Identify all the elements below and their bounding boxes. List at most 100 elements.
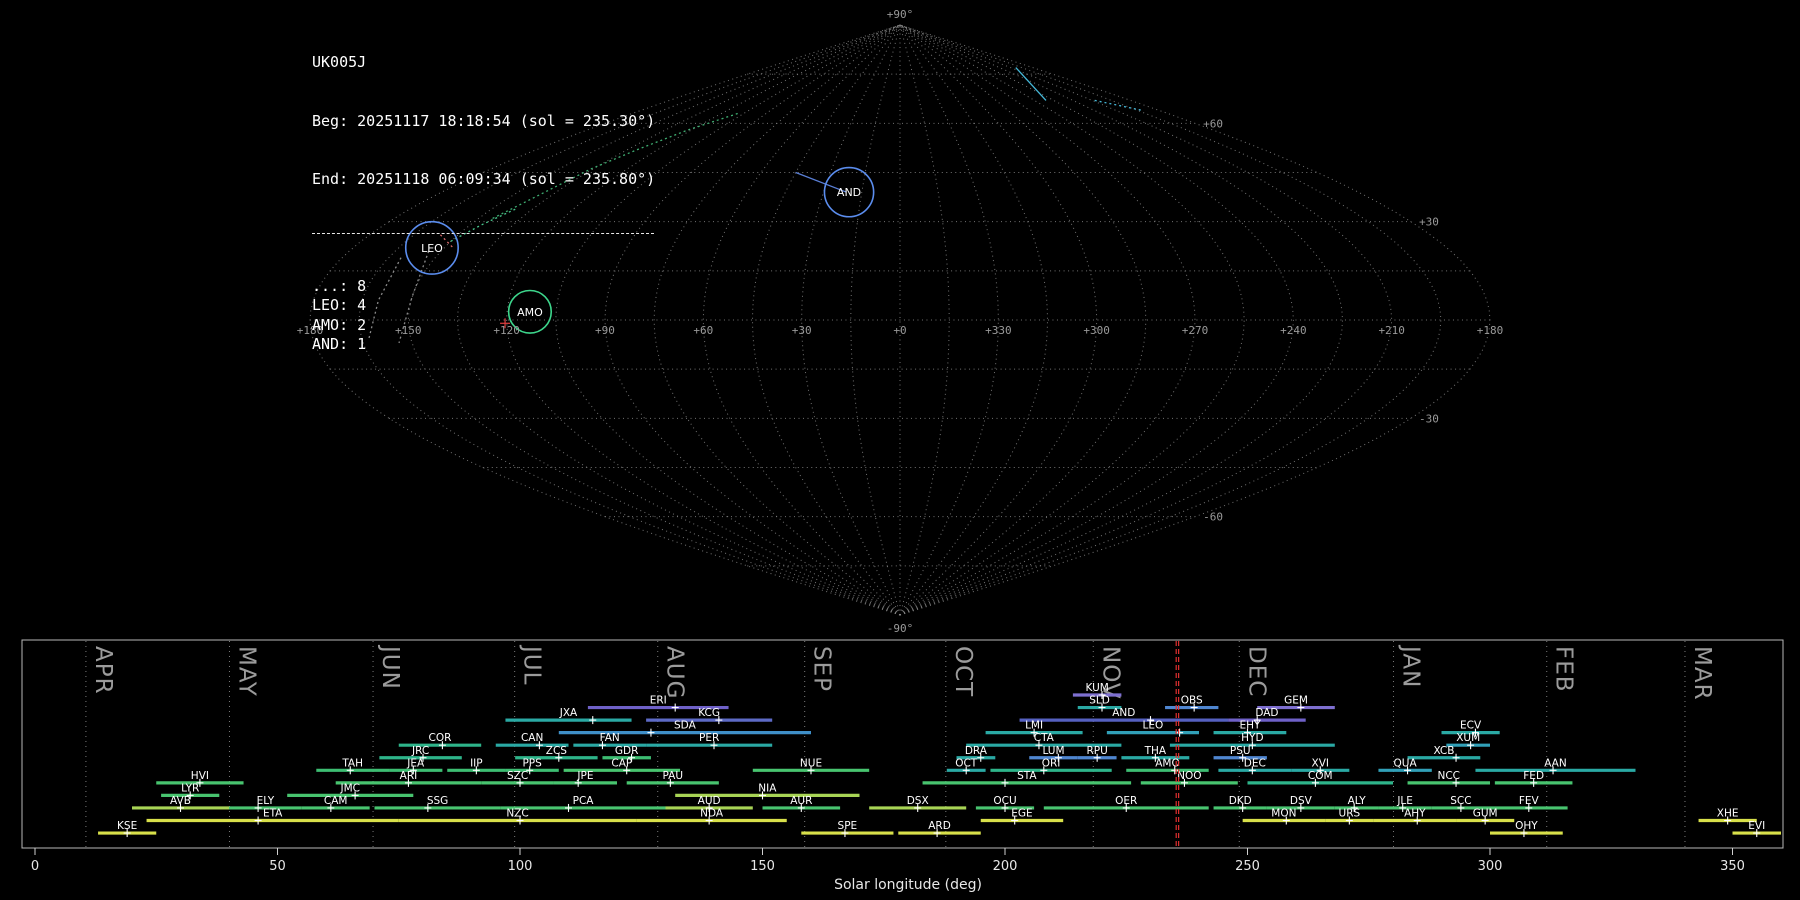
shower-label: NZC xyxy=(506,808,528,820)
shower-FEV: FEV xyxy=(1490,795,1568,812)
shower-label: COM xyxy=(1308,770,1333,782)
radiant-plot-page: AND LEO AMO +180 +150 +120 +90 +60 +30 +0 +330 +300… xyxy=(0,0,1800,900)
shower-AAN: AAN xyxy=(1475,757,1636,775)
meteor-track xyxy=(1094,99,1142,111)
shower-label: ETA xyxy=(263,808,283,820)
shower-label: CAN xyxy=(521,732,543,744)
shower-label: PCA xyxy=(573,795,595,807)
shower-count: AND: 1 xyxy=(312,335,367,353)
shower-label: KCG xyxy=(698,707,720,719)
shower-label: EGE xyxy=(1011,808,1032,820)
lat-grid-label: +60 xyxy=(1203,117,1223,130)
shower-SZC: SZC xyxy=(481,770,554,787)
shower-label: NCC xyxy=(1438,770,1461,782)
month-label: APR xyxy=(90,646,116,695)
shower-label: URS xyxy=(1339,808,1361,820)
shower-label: CAM xyxy=(324,795,348,807)
month-label: JUN xyxy=(377,644,403,690)
shower-SSG: SSG xyxy=(374,795,501,812)
grid-meridian xyxy=(899,24,1294,616)
shower-AVB: AVB xyxy=(132,795,229,812)
lon-grid-label: +180 xyxy=(1477,324,1504,337)
shower-DKD: DKD xyxy=(1213,795,1267,812)
shower-IIP: IIP xyxy=(447,757,506,775)
grid-meridian xyxy=(899,24,1491,616)
month-label: MAY xyxy=(234,646,260,697)
shower-label: NDA xyxy=(700,808,724,820)
lat-grid-label: +90° xyxy=(887,8,914,21)
shower-label: XCB xyxy=(1433,745,1454,757)
shower-label: ECV xyxy=(1460,720,1482,732)
x-tick-label: 300 xyxy=(1478,859,1503,874)
shower-label: JPE xyxy=(576,770,593,782)
separator xyxy=(312,232,654,234)
shower-label: XHE xyxy=(1717,808,1739,820)
lon-grid-label: +60 xyxy=(693,324,713,337)
shower-label: GEM xyxy=(1284,695,1308,707)
lat-grid-label: -30 xyxy=(1419,412,1439,425)
shower-label: JEA xyxy=(406,757,425,769)
shower-HYD: HYD xyxy=(1169,732,1335,750)
grid-meridian xyxy=(899,24,1344,616)
shower-label: NIA xyxy=(758,782,777,794)
shower-label: SCC xyxy=(1450,795,1471,807)
radiant-activity-plot: ANDLEOAMO+180 +150 +120 +90 +60 +30 +0 +330 +300… xyxy=(21,8,1784,893)
lon-grid-label: +270 xyxy=(1182,324,1209,337)
shower-label: PAU xyxy=(663,770,684,782)
shower-label: SLD xyxy=(1089,695,1110,707)
shower-label: SSG xyxy=(427,795,448,807)
grid-meridian xyxy=(899,24,1098,616)
x-tick-label: 150 xyxy=(750,859,775,874)
shower-label: AUD xyxy=(698,795,721,807)
shower-label: OER xyxy=(1115,795,1137,807)
shower-label: ELY xyxy=(257,795,275,807)
shower-label: ALY xyxy=(1348,795,1367,807)
month-label: DEC xyxy=(1243,646,1269,697)
grid-meridian xyxy=(899,24,950,616)
shower-label: KSE xyxy=(117,820,137,832)
shower-URS: URS xyxy=(1325,808,1374,825)
shower-label: DSV xyxy=(1290,795,1313,807)
shower-label: LUM xyxy=(1042,745,1064,757)
lon-grid-label: +210 xyxy=(1378,324,1405,337)
shower-label: PSU xyxy=(1230,745,1251,757)
shower-label: ZCS xyxy=(546,745,568,757)
shower-PAU: PAU xyxy=(626,770,719,787)
shower-KSE: KSE xyxy=(98,820,157,838)
shower-label: CTA xyxy=(1034,732,1055,744)
shower-label: FEV xyxy=(1519,795,1540,807)
shower-label: SDA xyxy=(674,720,697,732)
x-tick-label: 0 xyxy=(31,859,39,874)
shower-label: ORI xyxy=(1042,757,1061,769)
shower-label: LMI xyxy=(1025,720,1043,732)
shower-label: DSX xyxy=(907,795,929,807)
shower-LEO: LEO xyxy=(1106,720,1199,737)
shower-OBS: OBS xyxy=(1165,695,1219,712)
shower-label: IIP xyxy=(470,757,483,769)
month-label: SEP xyxy=(809,646,835,692)
shower-label: COR xyxy=(429,732,452,744)
shower-EGE: EGE xyxy=(980,808,1064,825)
month-label: JAN xyxy=(1398,644,1424,688)
shower-COM: COM xyxy=(1247,770,1393,787)
shower-label: HVI xyxy=(191,770,209,782)
shower-ETA: ETA xyxy=(146,808,399,825)
shower-label: HYD xyxy=(1241,732,1263,744)
shower-NOO: NOO xyxy=(1140,770,1238,787)
shower-OHY: OHY xyxy=(1490,820,1563,838)
month-label: AUG xyxy=(662,646,688,699)
meteor-track xyxy=(1015,67,1047,101)
shower-count: LEO: 4 xyxy=(312,296,367,314)
shower-OCT: OCT xyxy=(946,757,986,775)
shower-KCG: KCG xyxy=(646,707,773,725)
shower-label: THA xyxy=(1144,745,1167,757)
shower-label: NOO xyxy=(1177,770,1201,782)
x-tick-label: 200 xyxy=(993,859,1018,874)
month-label: JUL xyxy=(519,644,545,685)
beg-time: Beg: 20251117 18:18:54 (sol = 235.30°) xyxy=(312,111,656,130)
shower-label: RPU xyxy=(1086,745,1107,757)
shower-XCB: XCB xyxy=(1407,745,1481,762)
shower-NUE: NUE xyxy=(752,757,870,775)
shower-label: EVI xyxy=(1748,820,1765,832)
shower-AUR: AUR xyxy=(762,795,841,812)
